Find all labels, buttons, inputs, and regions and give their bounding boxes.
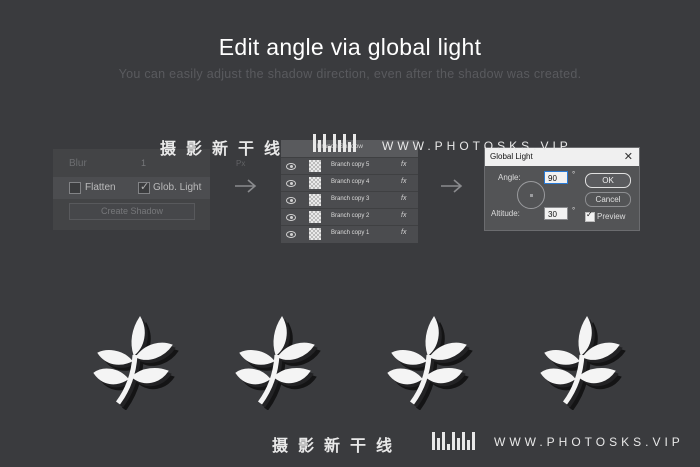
layer-thumbnail bbox=[309, 160, 321, 172]
ok-button[interactable]: OK bbox=[585, 173, 631, 188]
watermark-url: WWW.PHOTOSKS.VIP bbox=[494, 435, 684, 449]
flatten-label: Flatten bbox=[85, 182, 116, 193]
layer-row[interactable]: Branch copy 2 fx bbox=[281, 208, 418, 225]
create-shadow-button[interactable]: Create Shadow bbox=[69, 203, 195, 220]
page-title: Edit angle via global light bbox=[218, 34, 482, 60]
watermark-logo-icon bbox=[432, 432, 475, 450]
layer-row[interactable]: Branch copy 1 fx bbox=[281, 225, 418, 242]
watermark-chinese: 摄影新干线 bbox=[160, 141, 291, 158]
altitude-degree-symbol: ° bbox=[572, 206, 576, 215]
layer-thumbnail bbox=[309, 177, 321, 189]
shadow-options-panel: Blur 1 Px Flatten Glob. Light Create Sha… bbox=[53, 149, 245, 230]
preview-label: Preview bbox=[597, 212, 626, 221]
flatten-checkbox[interactable] bbox=[69, 182, 81, 194]
global-light-dialog: Global Light ✕ Angle: 90 ° Altitude: 30 … bbox=[484, 147, 640, 231]
leaf-branch-icon bbox=[230, 305, 322, 410]
watermark-url: WWW.PHOTOSKS.VIP bbox=[382, 139, 572, 153]
layer-label: Branch copy 4 bbox=[331, 179, 370, 185]
layer-row[interactable]: Branch copy 4 fx bbox=[281, 174, 418, 191]
layer-label: Branch copy 3 bbox=[331, 196, 370, 202]
fx-icon[interactable]: fx bbox=[401, 212, 406, 219]
close-icon[interactable]: ✕ bbox=[624, 150, 633, 163]
layer-row[interactable]: Branch copy 5 fx bbox=[281, 157, 418, 174]
altitude-input[interactable]: 30 bbox=[544, 207, 568, 220]
layer-thumbnail bbox=[309, 228, 321, 240]
layer-thumbnail bbox=[309, 211, 321, 223]
fx-icon[interactable]: fx bbox=[401, 178, 406, 185]
angle-dial[interactable] bbox=[517, 181, 545, 209]
angle-input[interactable]: 90 bbox=[544, 171, 568, 184]
arrow-right-icon bbox=[235, 179, 257, 193]
glob-light-label: Glob. Light bbox=[153, 182, 202, 193]
fx-icon[interactable]: fx bbox=[401, 229, 406, 236]
watermark-chinese: 摄影新干线 bbox=[272, 438, 403, 455]
fx-icon[interactable]: fx bbox=[401, 161, 406, 168]
layer-label: Branch copy 5 bbox=[331, 162, 370, 168]
angle-degree-symbol: ° bbox=[572, 170, 576, 179]
watermark-logo-icon bbox=[313, 134, 356, 152]
eye-icon[interactable] bbox=[286, 180, 296, 187]
layer-row[interactable]: Branch copy 3 fx bbox=[281, 191, 418, 208]
eye-icon[interactable] bbox=[286, 231, 296, 238]
layer-label: Branch copy 1 bbox=[331, 230, 370, 236]
leaf-branch-icon bbox=[382, 305, 474, 410]
preview-checkbox[interactable] bbox=[585, 210, 595, 222]
eye-icon[interactable] bbox=[286, 197, 296, 204]
eye-icon[interactable] bbox=[286, 214, 296, 221]
checkbox-row: Flatten Glob. Light bbox=[53, 177, 210, 199]
eye-icon[interactable] bbox=[286, 163, 296, 170]
layer-label: Branch copy 2 bbox=[331, 213, 370, 219]
angle-label: Angle: bbox=[498, 173, 521, 182]
leaf-branch-icon bbox=[535, 305, 627, 410]
arrow-right-icon bbox=[441, 179, 463, 193]
fx-icon[interactable]: fx bbox=[401, 195, 406, 202]
glob-light-checkbox[interactable] bbox=[138, 180, 150, 194]
page-subtitle: You can easily adjust the shadow directi… bbox=[118, 67, 582, 81]
layers-panel: Branch Shadow Branch copy 5 fx Branch co… bbox=[281, 140, 418, 243]
cancel-button[interactable]: Cancel bbox=[585, 192, 631, 207]
layer-thumbnail bbox=[309, 194, 321, 206]
blur-label: Blur bbox=[69, 158, 87, 169]
blur-unit: Px bbox=[236, 159, 246, 168]
dialog-title: Global Light bbox=[490, 152, 533, 161]
altitude-label: Altitude: bbox=[491, 209, 520, 218]
blur-value[interactable]: 1 bbox=[141, 158, 146, 168]
leaf-branch-icon bbox=[88, 305, 180, 410]
